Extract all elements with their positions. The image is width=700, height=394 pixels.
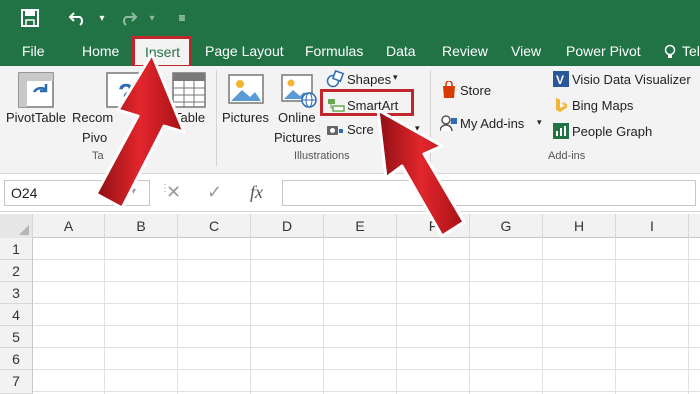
undo-icon[interactable] (66, 6, 90, 30)
tab-tell-me[interactable]: Tel (682, 36, 700, 66)
screenshot-icon[interactable] (326, 123, 344, 140)
tab-page-layout[interactable]: Page Layout (205, 36, 284, 66)
formula-input[interactable] (282, 180, 696, 206)
undo-dropdown-icon[interactable]: ▾ (90, 6, 114, 30)
online-pictures-label-2[interactable]: Pictures (274, 130, 321, 145)
title-bar: ▾ ▾ ≡ (0, 0, 700, 36)
column-header[interactable]: H (543, 214, 616, 238)
row-header[interactable]: 2 (0, 260, 33, 282)
shapes-icon[interactable] (326, 69, 345, 91)
row-header[interactable]: 5 (0, 326, 33, 348)
bing-maps-icon[interactable] (553, 97, 569, 116)
arrow-pointing-insert-icon (94, 52, 186, 210)
online-pictures-label[interactable]: Online (278, 110, 316, 125)
customize-icon[interactable]: ≡ (170, 6, 194, 30)
visio-icon[interactable]: V (553, 71, 569, 90)
tell-me-lightbulb-icon[interactable] (664, 36, 676, 66)
people-graph-icon[interactable] (553, 123, 569, 142)
shapes-dropdown-icon[interactable]: ▾ (393, 72, 398, 83)
column-header[interactable]: D (251, 214, 324, 238)
row-header[interactable]: 7 (0, 370, 33, 394)
people-graph-label[interactable]: People Graph (572, 124, 652, 139)
gridline (33, 347, 700, 348)
gridline (250, 238, 251, 394)
group-separator (216, 70, 217, 166)
gridline (33, 369, 700, 370)
gridline (323, 238, 324, 394)
store-label[interactable]: Store (460, 83, 491, 98)
redo-dropdown-icon[interactable]: ▾ (140, 6, 164, 30)
gridline (396, 238, 397, 394)
gridline (33, 325, 700, 326)
pivottable-icon[interactable] (18, 72, 54, 111)
gridline (33, 303, 700, 304)
addins-group-label: Add-ins (548, 150, 586, 162)
gridline (33, 391, 700, 392)
column-header[interactable]: G (470, 214, 543, 238)
gridline (688, 238, 689, 394)
gridline (104, 238, 105, 394)
save-icon[interactable] (18, 6, 42, 30)
select-all-corner[interactable] (0, 214, 33, 238)
store-icon[interactable] (441, 80, 457, 102)
tab-power-pivot[interactable]: Power Pivot (566, 36, 641, 66)
insert-function-icon[interactable]: fx (250, 182, 263, 203)
row-header[interactable]: 1 (0, 238, 33, 260)
bing-maps-label[interactable]: Bing Maps (572, 98, 633, 113)
visio-label[interactable]: Visio Data Visualizer (572, 72, 691, 87)
my-addins-dropdown-icon[interactable]: ▾ (537, 117, 542, 128)
svg-text:V: V (556, 73, 564, 87)
enter-icon[interactable]: ✓ (207, 182, 222, 203)
pivottable-label[interactable]: PivotTable (6, 110, 66, 125)
gridline (615, 238, 616, 394)
gridline (542, 238, 543, 394)
row-header[interactable]: 4 (0, 304, 33, 326)
gridline (33, 259, 700, 260)
screenshot-label[interactable]: Scre (347, 122, 374, 137)
tab-review[interactable]: Review (442, 36, 488, 66)
gridline (469, 238, 470, 394)
tab-data[interactable]: Data (386, 36, 416, 66)
tab-formulas[interactable]: Formulas (305, 36, 363, 66)
illustrations-group-label: Illustrations (294, 150, 350, 162)
pictures-icon[interactable] (228, 72, 264, 111)
tab-file[interactable]: File (22, 36, 45, 66)
shapes-label[interactable]: Shapes (347, 72, 391, 87)
tab-view[interactable]: View (511, 36, 541, 66)
pictures-label[interactable]: Pictures (222, 110, 269, 125)
row-header[interactable]: 3 (0, 282, 33, 304)
column-header[interactable]: I (616, 214, 689, 238)
row-header[interactable]: 6 (0, 348, 33, 370)
online-pictures-icon[interactable] (281, 72, 317, 111)
gridline (177, 238, 178, 394)
gridline (33, 281, 700, 282)
redo-icon[interactable] (116, 6, 140, 30)
arrow-pointing-smartart-icon (376, 108, 466, 238)
